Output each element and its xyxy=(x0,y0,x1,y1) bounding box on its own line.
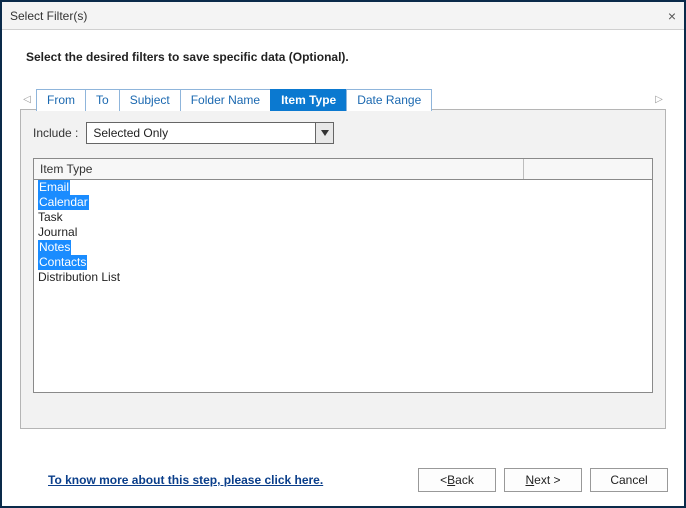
include-row: Include : Selected Only xyxy=(33,122,653,144)
list-item[interactable]: Journal xyxy=(34,225,652,240)
list-item[interactable]: Task xyxy=(34,210,652,225)
tab-to[interactable]: To xyxy=(85,89,120,111)
tab-scroll-right-icon[interactable]: ▷ xyxy=(652,94,666,105)
window-title: Select Filter(s) xyxy=(10,9,87,23)
dialog-content: Select the desired filters to save speci… xyxy=(2,30,684,429)
list-item-label: Calendar xyxy=(38,195,89,210)
tab-folder-name[interactable]: Folder Name xyxy=(180,89,271,111)
tab-from[interactable]: From xyxy=(36,89,86,111)
list-item[interactable]: Distribution List xyxy=(34,270,652,285)
list-item[interactable]: Contacts xyxy=(34,255,652,270)
list-item-label: Task xyxy=(38,210,63,225)
instruction-text: Select the desired filters to save speci… xyxy=(26,50,666,64)
include-value: Selected Only xyxy=(87,126,315,140)
button-row: < Back Next > Cancel xyxy=(418,468,668,492)
include-combobox[interactable]: Selected Only xyxy=(86,122,334,144)
tabstrip: ◁ FromToSubjectFolder NameItem TypeDate … xyxy=(20,88,666,110)
list-item-label: Distribution List xyxy=(38,270,120,285)
tab-item-type[interactable]: Item Type xyxy=(270,89,347,111)
list-header: Item Type xyxy=(34,159,652,180)
next-button[interactable]: Next > xyxy=(504,468,582,492)
list-item-label: Notes xyxy=(38,240,71,255)
item-type-listbox[interactable]: Item Type EmailCalendarTaskJournalNotesC… xyxy=(33,158,653,393)
list-item[interactable]: Email xyxy=(34,180,652,195)
close-icon[interactable]: × xyxy=(668,9,676,23)
list-item-label: Email xyxy=(38,180,70,195)
cancel-button[interactable]: Cancel xyxy=(590,468,668,492)
filter-panel: Include : Selected Only Item Type EmailC… xyxy=(20,109,666,429)
tab-date-range[interactable]: Date Range xyxy=(346,89,432,111)
titlebar: Select Filter(s) × xyxy=(2,2,684,30)
footer: To know more about this step, please cli… xyxy=(2,458,684,506)
tab-scroll-left-icon[interactable]: ◁ xyxy=(20,94,34,105)
chevron-down-icon[interactable] xyxy=(315,123,333,143)
help-link[interactable]: To know more about this step, please cli… xyxy=(48,473,323,487)
include-label: Include : xyxy=(33,126,78,140)
list-item-label: Journal xyxy=(38,225,77,240)
list-item-label: Contacts xyxy=(38,255,87,270)
list-item[interactable]: Notes xyxy=(34,240,652,255)
list-item[interactable]: Calendar xyxy=(34,195,652,210)
column-header-item-type[interactable]: Item Type xyxy=(34,159,524,179)
back-button[interactable]: < Back xyxy=(418,468,496,492)
tab-subject[interactable]: Subject xyxy=(119,89,181,111)
column-header-spare xyxy=(524,159,652,179)
